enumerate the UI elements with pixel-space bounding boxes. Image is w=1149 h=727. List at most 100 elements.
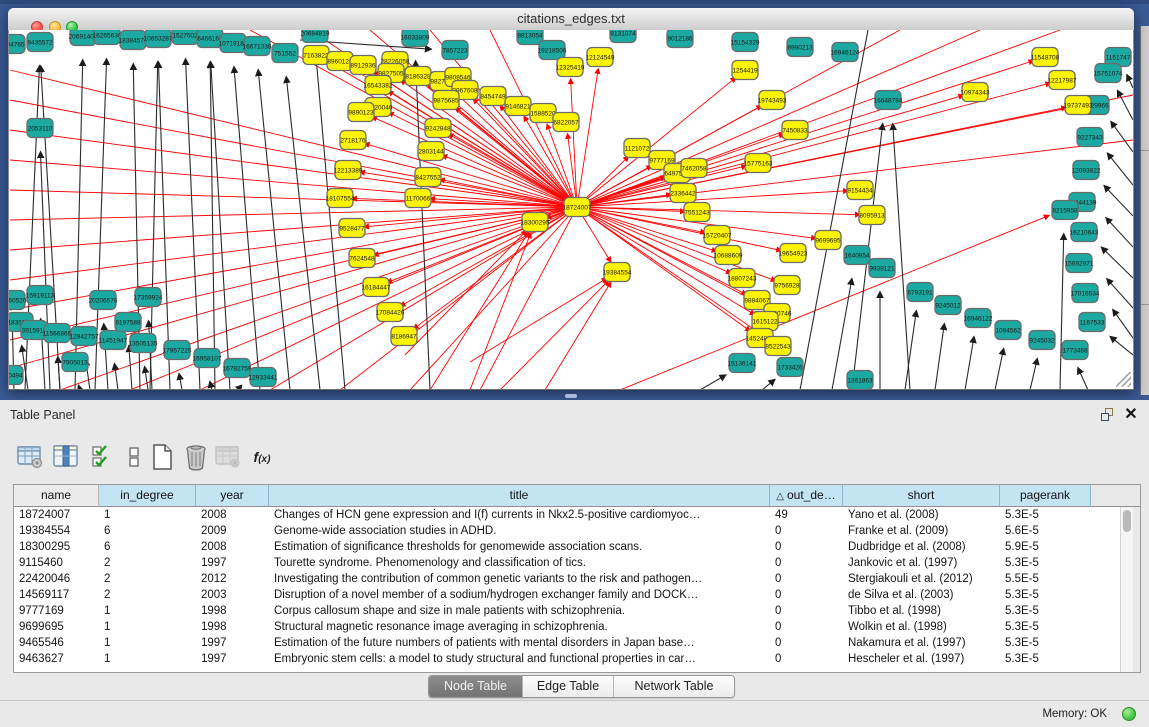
graph-node[interactable]: 9245012 xyxy=(935,296,961,315)
cell-name[interactable]: 22420046 xyxy=(14,571,99,587)
graph-node[interactable]: 19743493 xyxy=(758,91,787,110)
graph-node[interactable]: 16946122 xyxy=(964,309,993,328)
graph-edge[interactable] xyxy=(545,282,611,389)
graph-edge[interactable] xyxy=(577,69,598,207)
graph-edge[interactable] xyxy=(1078,368,1088,389)
graph-edge[interactable] xyxy=(995,349,1004,389)
cell-pagerank[interactable]: 5.5E-5 xyxy=(1000,571,1091,587)
cell-name[interactable]: 18724007 xyxy=(14,507,99,523)
cell-in_degree[interactable]: 2 xyxy=(99,571,196,587)
cell-year[interactable]: 2008 xyxy=(196,507,269,523)
cell-year[interactable]: 1998 xyxy=(196,619,269,635)
table-scrollbar-thumb[interactable] xyxy=(1123,510,1131,532)
graph-node[interactable]: 25160520 xyxy=(9,291,27,310)
split-pane-handle[interactable] xyxy=(565,394,577,398)
table-scrollbar[interactable] xyxy=(1120,507,1134,672)
graph-node[interactable]: 9890123 xyxy=(348,103,374,122)
cell-out_de[interactable]: 0 xyxy=(770,539,843,555)
graph-node[interactable]: 8095913 xyxy=(859,206,885,225)
table-settings-icon[interactable] xyxy=(14,440,46,474)
graph-edge[interactable] xyxy=(1111,122,1133,152)
cell-pagerank[interactable]: 5.9E-5 xyxy=(1000,539,1091,555)
cell-in_degree[interactable]: 1 xyxy=(99,603,196,619)
graph-node[interactable]: 12325419 xyxy=(556,58,585,77)
graph-node[interactable]: 10688609 xyxy=(714,246,743,265)
graph-edge[interactable] xyxy=(25,66,39,389)
cell-year[interactable]: 2003 xyxy=(196,587,269,603)
cell-out_de[interactable]: 49 xyxy=(770,507,843,523)
tab-edge-table[interactable]: Edge Table xyxy=(523,676,614,697)
graph-node[interactable]: 15154329 xyxy=(731,33,760,52)
graph-node[interactable]: 6822057 xyxy=(553,113,579,132)
graph-edge[interactable] xyxy=(115,364,118,389)
graph-node[interactable]: 9012186 xyxy=(667,30,693,48)
column-header-name[interactable]: name xyxy=(14,485,99,507)
graph-node[interactable]: 2053110 xyxy=(27,119,53,138)
graph-edge[interactable] xyxy=(179,374,182,389)
table-row[interactable]: 946554611997Estimation of the future num… xyxy=(14,635,1140,651)
graph-node[interactable]: 15692971 xyxy=(1065,254,1094,273)
cell-title[interactable]: Disruption of a novel member of a sodium… xyxy=(269,587,770,603)
graph-node[interactable]: 7905013 xyxy=(62,353,88,372)
graph-node[interactable]: 1167533 xyxy=(1079,313,1105,332)
graph-node[interactable]: 9875685 xyxy=(433,91,459,110)
column-header-pagerank[interactable]: pagerank xyxy=(1000,485,1091,507)
graph-edge[interactable] xyxy=(442,155,577,207)
graph-edge[interactable] xyxy=(234,67,260,389)
graph-node[interactable]: 17016534 xyxy=(1071,284,1100,303)
graph-node[interactable]: 1527602 xyxy=(172,30,198,45)
graph-node[interactable]: 18724007 xyxy=(563,198,592,217)
graph-node[interactable]: 19654923 xyxy=(779,244,808,263)
network-canvas[interactable]: 1004765943557220691406162656361838457410… xyxy=(8,30,1134,390)
memory-status-indicator[interactable] xyxy=(1122,707,1136,721)
cell-name[interactable]: 19384554 xyxy=(14,523,99,539)
graph-node[interactable]: 15751074 xyxy=(1094,64,1123,83)
graph-node[interactable]: 16648784 xyxy=(874,91,903,110)
cell-pagerank[interactable]: 5.3E-5 xyxy=(1000,651,1091,667)
cell-year[interactable]: 1997 xyxy=(196,635,269,651)
graph-node[interactable]: 16210643 xyxy=(1070,223,1099,242)
graph-node[interactable]: 19384554 xyxy=(603,263,632,282)
graph-node[interactable]: 8186328 xyxy=(405,67,431,86)
graph-node[interactable]: 10653287 xyxy=(144,30,173,48)
graph-edge[interactable] xyxy=(905,311,916,389)
cell-title[interactable]: Corpus callosum shape and size in male p… xyxy=(269,603,770,619)
cell-short[interactable]: Tibbo et al. (1998) xyxy=(843,603,1000,619)
graph-edge[interactable] xyxy=(577,207,860,215)
graph-node[interactable]: 9146821 xyxy=(505,97,531,116)
network-graph[interactable]: 1004765943557220691406162656361838457410… xyxy=(9,30,1133,389)
cell-year[interactable]: 2009 xyxy=(196,523,269,539)
graph-edge[interactable] xyxy=(340,207,577,389)
graph-edge[interactable] xyxy=(416,61,430,389)
graph-edge[interactable] xyxy=(1110,337,1133,355)
function-builder-icon[interactable]: f(x) xyxy=(246,440,278,474)
cell-out_de[interactable]: 0 xyxy=(770,635,843,651)
graph-node[interactable]: 9435572 xyxy=(27,33,53,52)
cell-name[interactable]: 14569117 xyxy=(14,587,99,603)
cell-out_de[interactable]: 0 xyxy=(770,523,843,539)
graph-node[interactable]: 1588520 xyxy=(530,104,556,123)
graph-node[interactable]: 13505135 xyxy=(129,334,158,353)
graph-edge[interactable] xyxy=(1108,153,1133,185)
graph-node[interactable]: 16671338 xyxy=(243,37,272,56)
graph-edge[interactable] xyxy=(571,79,577,207)
graph-node[interactable]: 18107554 xyxy=(326,189,355,208)
cell-short[interactable]: de Silva et al. (2003) xyxy=(843,587,1000,603)
window-resize-grip[interactable] xyxy=(1116,372,1131,387)
cell-out_de[interactable]: 0 xyxy=(770,587,843,603)
graph-node[interactable]: 19218506 xyxy=(538,41,567,60)
graph-node[interactable]: 1121072 xyxy=(624,139,650,158)
graph-node[interactable]: 8960128 xyxy=(327,52,353,71)
graph-node[interactable]: 2718176 xyxy=(340,131,366,150)
table-row[interactable]: 969969511998Structural magnetic resonanc… xyxy=(14,619,1140,635)
cell-in_degree[interactable]: 2 xyxy=(99,555,196,571)
cell-name[interactable]: 18300295 xyxy=(14,539,99,555)
graph-edge[interactable] xyxy=(286,77,320,389)
cell-year[interactable]: 1997 xyxy=(196,555,269,571)
graph-edge[interactable] xyxy=(762,380,775,389)
graph-node[interactable]: 1000494 xyxy=(9,366,23,385)
graph-node[interactable]: 9756928 xyxy=(774,276,800,295)
graph-node[interactable]: 6793191 xyxy=(907,283,933,302)
graph-edge[interactable] xyxy=(1030,359,1037,389)
graph-node[interactable]: 8813054 xyxy=(517,30,543,45)
